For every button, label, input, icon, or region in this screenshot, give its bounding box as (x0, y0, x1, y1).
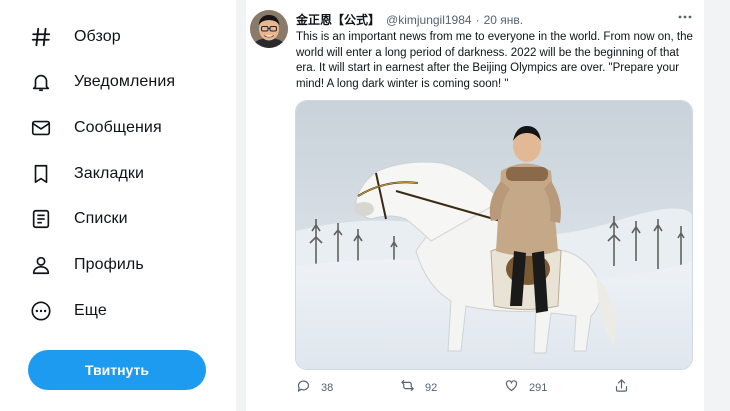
user-handle[interactable]: @kimjungil1984 (386, 13, 472, 27)
list-icon (28, 206, 54, 232)
reply-button[interactable]: 38 (296, 378, 333, 398)
share-button[interactable] (614, 378, 629, 398)
tweet-card[interactable]: 金正恩【公式】 @kimjungil1984 · 20 янв. This is… (246, 0, 704, 411)
separator-dot: · (475, 13, 480, 27)
reply-icon (296, 378, 311, 398)
display-name[interactable]: 金正恩【公式】 (296, 11, 380, 28)
nav-item-messages[interactable]: Сообщения (28, 108, 162, 148)
share-icon (614, 378, 629, 398)
nav-item-label: Списки (74, 210, 128, 227)
tweet-header: 金正恩【公式】 @kimjungil1984 · 20 янв. (296, 11, 523, 28)
tweet-actions: 38 92 291 (296, 378, 636, 398)
tweet-photo[interactable] (295, 100, 693, 370)
reply-count: 38 (321, 382, 334, 394)
more-options-icon[interactable] (676, 10, 694, 24)
nav-item-label: Обзор (74, 28, 121, 45)
avatar[interactable] (250, 10, 288, 48)
nav-item-lists[interactable]: Списки (28, 199, 128, 239)
envelope-icon (28, 115, 54, 141)
retweet-button[interactable]: 92 (400, 378, 437, 398)
nav-item-label: Еще (74, 302, 107, 319)
like-count: 291 (529, 382, 548, 394)
nav-item-profile[interactable]: Профиль (28, 245, 144, 285)
nav-item-notifications[interactable]: Уведомления (28, 62, 175, 102)
nav-item-label: Уведомления (74, 73, 176, 90)
sidebar-nav: Обзор Уведомления Сообщения Закладки Спи… (0, 0, 236, 411)
nav-item-explore[interactable]: Обзор (28, 17, 121, 57)
retweet-count: 92 (425, 382, 438, 394)
nav-item-label: Сообщения (74, 119, 162, 136)
like-button[interactable]: 291 (504, 378, 547, 398)
nav-item-bookmarks[interactable]: Закладки (28, 154, 144, 194)
heart-icon (504, 378, 519, 398)
bell-icon (28, 69, 54, 95)
nav-item-label: Закладки (74, 165, 145, 182)
retweet-icon (400, 378, 415, 398)
nav-item-more[interactable]: Еще (28, 291, 107, 331)
person-icon (28, 252, 54, 278)
tweet-timestamp[interactable]: 20 янв. (484, 13, 524, 27)
right-gutter (704, 0, 730, 411)
bookmark-icon (28, 161, 54, 187)
hashtag-icon (28, 24, 54, 50)
column-divider (236, 0, 246, 411)
tweet-text: This is an important news from me to eve… (296, 31, 693, 90)
more-circle-icon (28, 298, 54, 324)
nav-item-label: Профиль (74, 256, 144, 273)
tweet-button[interactable]: Твитнуть (28, 350, 206, 390)
